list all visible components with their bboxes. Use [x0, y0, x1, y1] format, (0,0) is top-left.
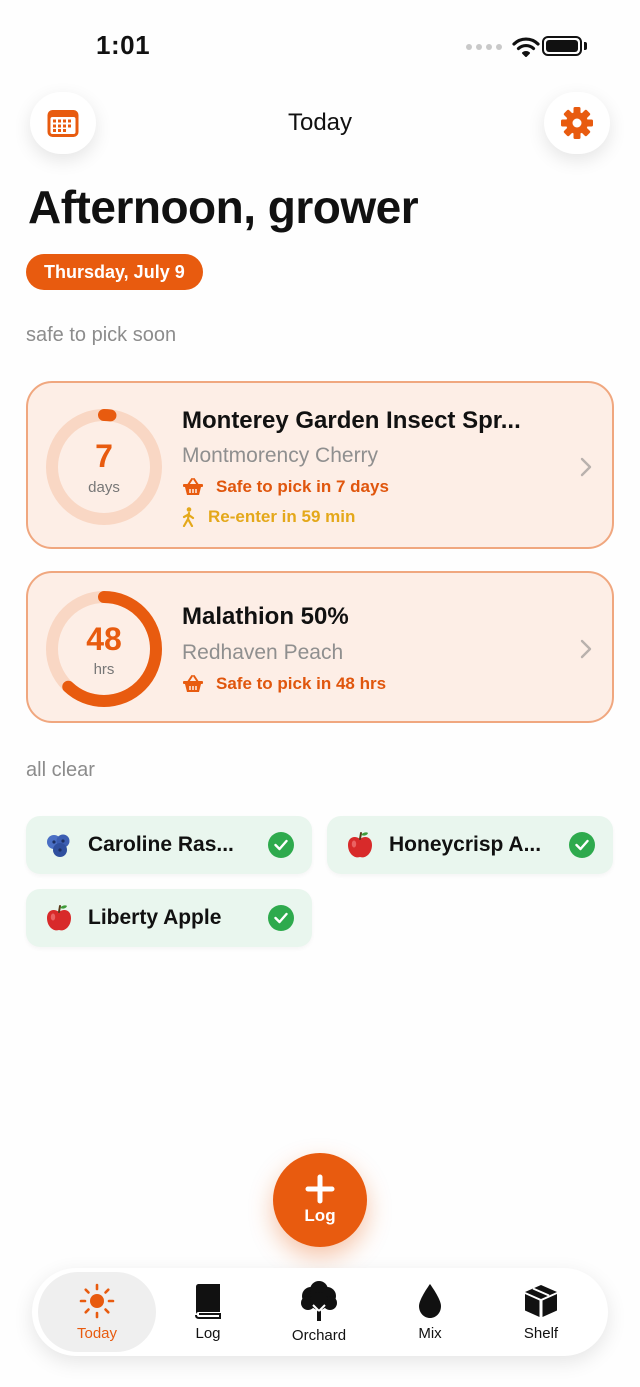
status-indicators — [466, 36, 540, 58]
gear-icon — [561, 107, 593, 139]
tab-today[interactable]: Today — [38, 1272, 156, 1352]
checkmark-icon — [268, 832, 294, 858]
book-icon — [195, 1283, 221, 1319]
pending-card[interactable]: 48 hrs Malathion 50% Redhaven Peach Safe… — [26, 571, 614, 723]
crop-name: Redhaven Peach — [182, 641, 344, 664]
walking-person-icon — [182, 507, 195, 527]
tab-mix[interactable]: Mix — [371, 1272, 489, 1352]
greeting-heading: Afternoon, grower — [28, 181, 419, 233]
crop-name: Montmorency Cherry — [182, 444, 379, 467]
basket-icon — [183, 675, 203, 692]
section-label-soon: safe to pick soon — [26, 324, 177, 346]
countdown-value: 7 — [95, 438, 113, 474]
tab-label: Log — [195, 1324, 221, 1342]
clear-crop-name: Honeycrisp A... — [389, 833, 542, 856]
countdown-ring: 48 hrs — [44, 589, 164, 709]
tab-label: Mix — [418, 1324, 442, 1342]
clear-crop-name: Caroline Ras... — [88, 833, 234, 856]
checkmark-icon — [268, 905, 294, 931]
blueberry-icon — [44, 830, 74, 860]
settings-button[interactable] — [544, 92, 610, 154]
reentry-text: Re-enter in 59 min — [208, 507, 356, 526]
reentry-status: Re-enter in 59 min — [182, 507, 355, 527]
box-icon — [525, 1284, 557, 1317]
cellular-signal-icon — [466, 44, 502, 50]
apple-icon — [345, 830, 375, 860]
pick-status-text: Safe to pick in 7 days — [216, 477, 389, 496]
checkmark-icon — [569, 832, 595, 858]
log-fab-button[interactable]: Log — [273, 1153, 367, 1247]
product-name: Monterey Garden Insect Spr... — [182, 407, 521, 434]
tab-shelf[interactable]: Shelf — [482, 1272, 600, 1352]
chevron-right-icon — [580, 457, 592, 477]
pick-status: Safe to pick in 48 hrs — [182, 674, 386, 694]
clear-crop-name: Liberty Apple — [88, 906, 222, 929]
countdown-unit: hrs — [93, 661, 115, 678]
status-time: 1:01 — [96, 30, 151, 60]
sun-icon — [79, 1283, 115, 1318]
tab-label: Today — [76, 1324, 118, 1342]
today-screen: 1:01 Today Afternoon, grower Thursday, J… — [0, 0, 640, 1387]
date-badge: Thursday, July 9 — [26, 254, 203, 290]
clear-crop-chip[interactable]: Liberty Apple — [26, 889, 312, 947]
tab-orchard[interactable]: Orchard — [260, 1272, 378, 1352]
tab-bar: Today Log Orchard Mix Shelf — [32, 1268, 608, 1356]
tab-label: Shelf — [523, 1324, 559, 1342]
tab-label: Orchard — [291, 1326, 347, 1344]
battery-icon — [542, 36, 582, 56]
tab-log[interactable]: Log — [149, 1272, 267, 1352]
plus-icon — [305, 1174, 335, 1204]
pick-status: Safe to pick in 7 days — [182, 477, 389, 497]
basket-icon — [183, 478, 203, 495]
section-label-clear: all clear — [26, 759, 95, 781]
tree-icon — [301, 1280, 337, 1321]
countdown-ring: 7 days — [44, 407, 164, 527]
clear-crop-chip[interactable]: Honeycrisp A... — [327, 816, 613, 874]
apple-icon — [44, 903, 74, 933]
chevron-right-icon — [580, 639, 592, 659]
countdown-unit: days — [88, 479, 120, 496]
product-name: Malathion 50% — [182, 603, 349, 630]
wifi-icon — [512, 37, 540, 57]
fab-label: Log — [304, 1206, 336, 1225]
pending-card[interactable]: 7 days Monterey Garden Insect Spr... Mon… — [26, 381, 614, 549]
drop-icon — [419, 1283, 441, 1318]
clear-crop-chip[interactable]: Caroline Ras... — [26, 816, 312, 874]
pick-status-text: Safe to pick in 48 hrs — [216, 674, 387, 693]
countdown-value: 48 — [86, 621, 122, 657]
